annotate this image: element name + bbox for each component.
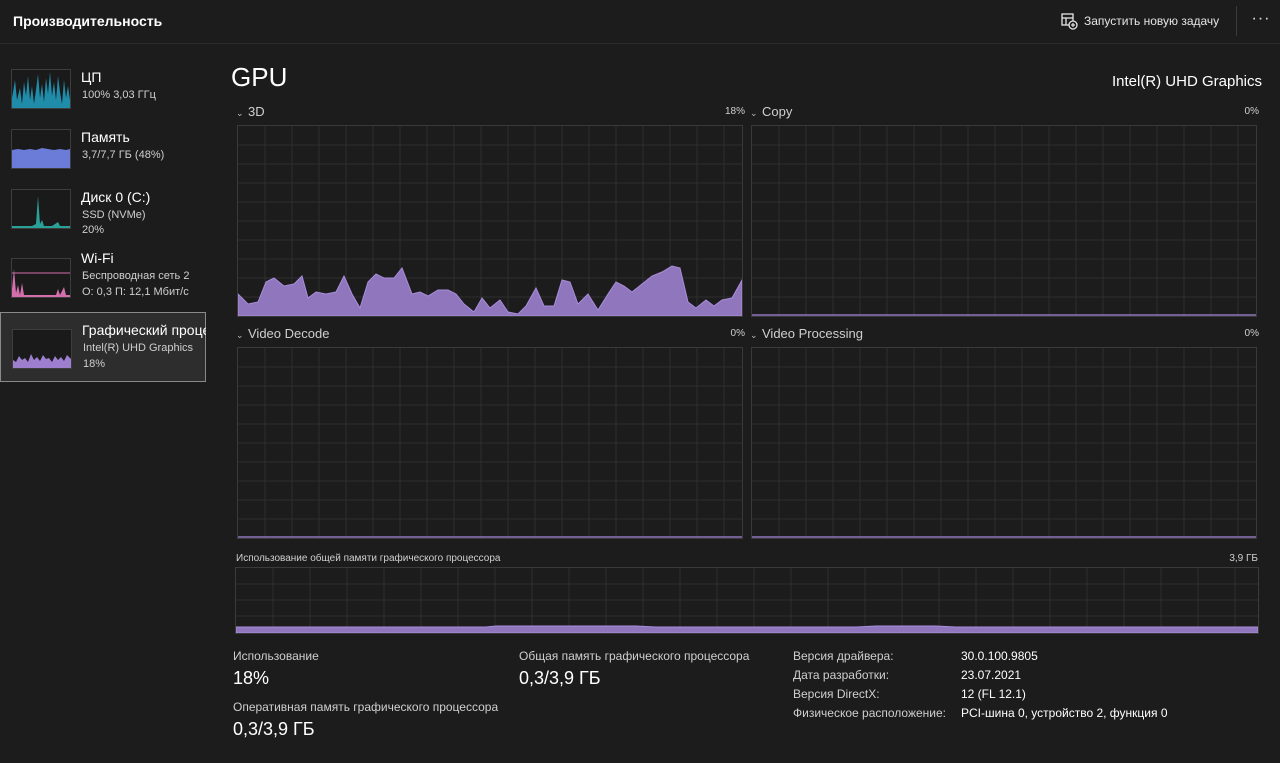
top-bar: Производительность Запустить новую задач… bbox=[0, 0, 1280, 44]
gpu-thumbnail-graph bbox=[12, 329, 72, 369]
toolbar-divider bbox=[1236, 6, 1237, 36]
shared-memory-label: Использование общей памяти графического … bbox=[236, 553, 501, 564]
sidebar-item-detail-2: 20% bbox=[82, 224, 105, 236]
graph-3d-label[interactable]: ⌄ 3D bbox=[236, 104, 265, 119]
sidebar-item-detail: Беспроводная сеть 2 bbox=[82, 270, 190, 282]
graph-video-processing-canvas bbox=[752, 348, 1256, 538]
graph-3d bbox=[237, 125, 743, 317]
shared-memory-canvas bbox=[236, 568, 1258, 633]
driver-date-value: 23.07.2021 bbox=[961, 668, 1022, 682]
wifi-thumbnail-graph bbox=[11, 258, 71, 298]
sidebar-item-wifi[interactable]: Wi-Fi Беспроводная сеть 2 О: 0,3 П: 12,1… bbox=[0, 241, 206, 311]
chevron-down-icon: ⌄ bbox=[236, 330, 244, 340]
graph-video-decode-canvas bbox=[238, 348, 742, 538]
usage-value: 18% bbox=[233, 668, 270, 688]
sidebar-item-detail-2: 18% bbox=[83, 358, 106, 370]
usage-label: Использование bbox=[233, 649, 319, 663]
gpu-ram-label: Оперативная память графического процессо… bbox=[233, 700, 499, 714]
graph-video-decode bbox=[237, 347, 743, 539]
directx-version-key: Версия DirectX: bbox=[793, 687, 880, 701]
disk-thumbnail-graph bbox=[11, 189, 71, 229]
graph-copy bbox=[751, 125, 1257, 317]
sidebar-item-detail: 100% 3,03 ГГц bbox=[82, 89, 156, 101]
sidebar-item-label: Графический процессор 0 bbox=[82, 322, 206, 338]
shared-gpu-memory-label: Общая память графического процессора bbox=[519, 649, 750, 663]
graph-video-processing-label[interactable]: ⌄ Video Processing bbox=[750, 326, 863, 341]
physical-location-value: PCI-шина 0, устройство 2, функция 0 bbox=[961, 706, 1168, 720]
sidebar-item-detail: 3,7/7,7 ГБ (48%) bbox=[82, 149, 165, 161]
gpu-device-name: Intel(R) UHD Graphics bbox=[1111, 73, 1262, 90]
new-task-icon bbox=[1060, 12, 1078, 30]
graph-video-processing-percent: 0% bbox=[1244, 328, 1259, 339]
graph-video-decode-percent: 0% bbox=[730, 328, 745, 339]
sidebar-item-disk[interactable]: Диск 0 (C:) SSD (NVMe) 20% bbox=[0, 172, 206, 242]
page-title: Производительность bbox=[13, 13, 163, 29]
graph-3d-area bbox=[238, 265, 742, 316]
directx-version-value: 12 (FL 12.1) bbox=[961, 687, 1026, 701]
graph-copy-label[interactable]: ⌄ Copy bbox=[750, 104, 792, 119]
sidebar-item-label: ЦП bbox=[81, 69, 102, 85]
physical-location-key: Физическое расположение: bbox=[793, 706, 946, 720]
graph-copy-percent: 0% bbox=[1244, 106, 1259, 117]
cpu-thumbnail-graph bbox=[11, 69, 71, 109]
driver-version-key: Версия драйвера: bbox=[793, 649, 894, 663]
shared-memory-area bbox=[236, 625, 1258, 633]
gpu-ram-value: 0,3/3,9 ГБ bbox=[233, 719, 315, 739]
sidebar-item-label: Диск 0 (C:) bbox=[81, 189, 151, 205]
graph-copy-canvas bbox=[752, 126, 1256, 316]
sidebar-item-detail: SSD (NVMe) bbox=[82, 209, 146, 221]
chevron-down-icon: ⌄ bbox=[236, 108, 244, 118]
graph-3d-canvas bbox=[238, 126, 742, 316]
shared-gpu-memory-value: 0,3/3,9 ГБ bbox=[519, 668, 601, 688]
graph-3d-percent: 18% bbox=[724, 106, 745, 117]
more-options-icon[interactable]: ··· bbox=[1250, 10, 1272, 32]
sidebar-item-gpu[interactable]: Графический процессор 0 Intel(R) UHD Gra… bbox=[0, 312, 206, 382]
sidebar-item-detail: Intel(R) UHD Graphics bbox=[83, 342, 194, 354]
shared-memory-graph bbox=[235, 567, 1259, 634]
graph-video-decode-label[interactable]: ⌄ Video Decode bbox=[236, 326, 329, 341]
chevron-down-icon: ⌄ bbox=[750, 108, 758, 118]
shared-memory-max: 3,9 ГБ bbox=[1229, 553, 1258, 564]
driver-version-value: 30.0.100.9805 bbox=[961, 649, 1038, 663]
sidebar: ЦП 100% 3,03 ГГц Память 3,7/7,7 ГБ (48%)… bbox=[0, 45, 206, 763]
gpu-title: GPU bbox=[231, 62, 288, 92]
sidebar-item-label: Wi-Fi bbox=[81, 250, 114, 266]
run-new-task-button[interactable]: Запустить новую задачу bbox=[1060, 10, 1219, 32]
run-new-task-label: Запустить новую задачу bbox=[1084, 14, 1220, 28]
chevron-down-icon: ⌄ bbox=[750, 330, 758, 340]
sidebar-item-detail-2: О: 0,3 П: 12,1 Мбит/с bbox=[82, 286, 189, 298]
graph-video-processing bbox=[751, 347, 1257, 539]
driver-date-key: Дата разработки: bbox=[793, 668, 890, 682]
memory-thumbnail-graph bbox=[11, 129, 71, 169]
sidebar-item-label: Память bbox=[81, 129, 130, 145]
